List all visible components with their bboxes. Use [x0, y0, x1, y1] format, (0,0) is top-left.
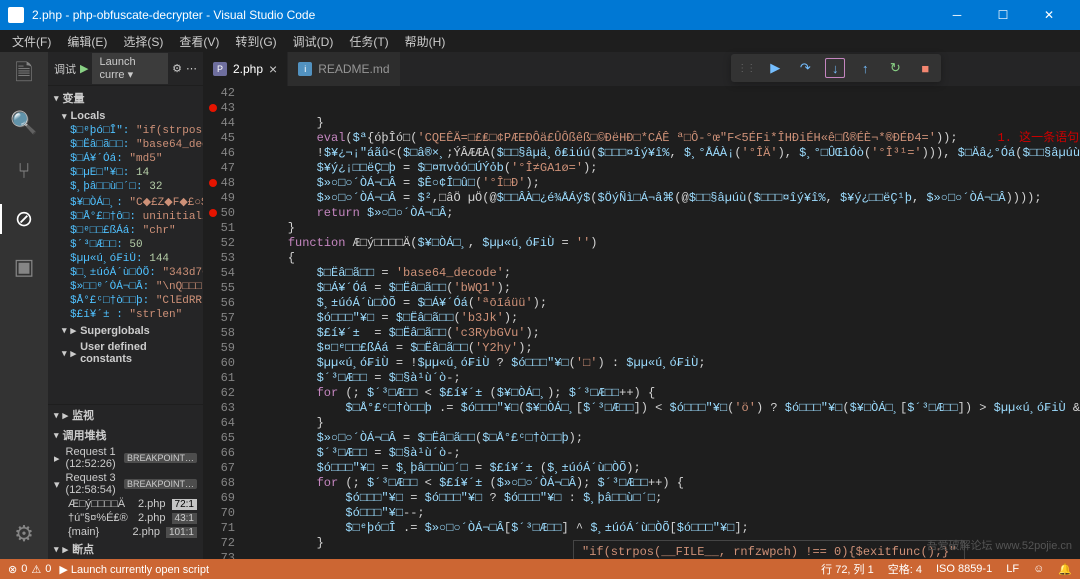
errors-icon: ⊗ [8, 563, 17, 576]
editor: P 2.php × i README.md ⋮⋮ ▶ ↷ ↓ ↑ ↻ ■ ◫ ⋯ [203, 52, 1080, 559]
titlebar: 2.php - php-obfuscate-decrypter - Visual… [0, 0, 1080, 30]
debug-more-icon[interactable]: ⋯ [186, 62, 197, 75]
variable-row[interactable]: $□ᵉþó□Î": "if(strpos(__FIL… [48, 124, 203, 138]
variable-row[interactable]: $□Å°£□†ô□: uninitialized [48, 210, 203, 224]
callstack-section[interactable]: 调用堆栈 [48, 425, 203, 445]
step-into-button[interactable]: ↓ [825, 58, 845, 78]
variable-row[interactable]: $»□□ᵉ´ÒÁ¬□Â: "\nQ□□□J○\n□… [48, 280, 203, 294]
tab-2php[interactable]: P 2.php × [203, 52, 288, 86]
menu-edit[interactable]: 编辑(E) [59, 31, 115, 52]
debug-settings-gear-icon[interactable]: ⚙ [172, 62, 182, 75]
source-control-icon[interactable]: ⑂ [0, 156, 48, 186]
eol[interactable]: LF [1006, 563, 1019, 575]
variable-row[interactable]: $¸þâ□□ù□´□: 32 [48, 180, 203, 194]
settings-gear-icon[interactable]: ⚙ [0, 519, 48, 549]
explorer-icon[interactable]: 🗎 [0, 60, 48, 90]
main: 🗎 🔍 ⑂ ⊘ ▣ ⚙ 调试 ▶ Launch curre ▾ ⚙ ⋯ 变量 L… [0, 52, 1080, 559]
menu-go[interactable]: 转到(G) [227, 31, 284, 52]
cursor-position[interactable]: 行 72, 列 1 [821, 561, 874, 577]
variables-section[interactable]: 变量 [48, 88, 203, 108]
menu-file[interactable]: 文件(F) [4, 31, 59, 52]
variable-row[interactable]: $□¸±úóÁ´ù□ÒÕ: "343d76915aff… [48, 266, 203, 280]
debug-config-select[interactable]: Launch curre ▾ [92, 53, 168, 84]
breakpoints-section[interactable]: ▸ 断点 [48, 539, 203, 559]
indentation[interactable]: 空格: 4 [888, 561, 922, 577]
extensions-icon[interactable]: ▣ [0, 252, 48, 282]
variable-row[interactable]: $´³□Æ□□: 50 [48, 238, 203, 252]
step-out-button[interactable]: ↑ [855, 58, 875, 78]
debug-header: 调试 ▶ Launch curre ▾ ⚙ ⋯ [48, 52, 203, 86]
menu-debug[interactable]: 调试(D) [285, 31, 342, 52]
gutter[interactable]: 4243444546474849505152535455565758596061… [203, 86, 251, 559]
vscode-icon [8, 7, 24, 23]
statusbar: ⊗0 ⚠0 ▶ Launch currently open script 行 7… [0, 559, 1080, 579]
debug-hover-tooltip: "if(strpos(__FILE__, rnfzwpch) !== 0){$e… [573, 540, 965, 559]
step-over-button[interactable]: ↷ [795, 58, 815, 78]
notifications-icon[interactable]: 🔔 [1058, 563, 1072, 576]
variable-row[interactable]: $□Ëâ□ã□□: "base64_decode" [48, 138, 203, 152]
user-defined-section[interactable]: ▸ User defined constants [48, 339, 203, 367]
restart-button[interactable]: ↻ [885, 58, 905, 78]
stack-frame[interactable]: †ú"§¤%É₤®2.php43:1 [48, 511, 203, 525]
continue-button[interactable]: ▶ [765, 58, 785, 78]
stack-frame[interactable]: Æ□ý□□□□Ä2.php72:1 [48, 497, 203, 511]
variable-row[interactable]: $□ᵉ□□£ßÁá: "chr" [48, 224, 203, 238]
variable-row[interactable]: $µµ«ú¸ó₣iÙ: 144 [48, 252, 203, 266]
tab-readme[interactable]: i README.md [288, 52, 400, 86]
request-row[interactable]: ▾Request 3 (12:58:54)BREAKPOINT… [48, 471, 203, 497]
search-icon[interactable]: 🔍 [0, 108, 48, 138]
watermark: 吾爱破解论坛 www.52pojie.cn [927, 537, 1073, 553]
menubar: 文件(F) 编辑(E) 选择(S) 查看(V) 转到(G) 调试(D) 任务(T… [0, 30, 1080, 52]
menu-view[interactable]: 查看(V) [171, 31, 227, 52]
minimize-button[interactable]: ─ [934, 0, 980, 30]
debug-launch-button[interactable]: ▶ Launch currently open script [59, 563, 209, 576]
window-title: 2.php - php-obfuscate-decrypter - Visual… [32, 8, 934, 22]
menu-tasks[interactable]: 任务(T) [341, 31, 396, 52]
stack-frame[interactable]: {main}2.php101:1 [48, 525, 203, 539]
stop-button[interactable]: ■ [915, 58, 935, 78]
activitybar: 🗎 🔍 ⑂ ⊘ ▣ ⚙ [0, 52, 48, 559]
variable-row[interactable]: $¥□ÒÁ□¸: "C◆£Z◆F◆£○$£D◆◇□… [48, 194, 203, 210]
watch-section[interactable]: ▸ 监视 [48, 405, 203, 425]
warnings-icon: ⚠ [31, 563, 41, 576]
variable-row[interactable]: $□Á¥´Óá: "md5" [48, 152, 203, 166]
debug-sidebar: 调试 ▶ Launch curre ▾ ⚙ ⋯ 变量 Locals $□ᵉþó□… [48, 52, 203, 559]
debug-toolbar[interactable]: ⋮⋮ ▶ ↷ ↓ ↑ ↻ ■ [731, 54, 941, 82]
md-file-icon: i [298, 62, 312, 76]
debug-icon[interactable]: ⊘ [0, 204, 48, 234]
tabbar: P 2.php × i README.md ⋮⋮ ▶ ↷ ↓ ↑ ↻ ■ ◫ ⋯ [203, 52, 1080, 86]
close-tab-icon[interactable]: × [269, 61, 277, 77]
variable-row[interactable]: $Å°£ᶜ□†ò□□þ: "ClEdRRFKEQoRE… [48, 294, 203, 308]
variable-row[interactable]: $£í¥´± : "strlen" [48, 308, 203, 322]
php-file-icon: P [213, 62, 227, 76]
request-row[interactable]: ▸Request 1 (12:52:26)BREAKPOINT… [48, 445, 203, 471]
start-debug-button[interactable]: ▶ [80, 62, 88, 75]
variable-row[interactable]: $□µE□"¥□: 14 [48, 166, 203, 180]
code-area[interactable]: 4243444546474849505152535455565758596061… [203, 86, 1080, 559]
maximize-button[interactable]: ☐ [980, 0, 1026, 30]
encoding[interactable]: ISO 8859-1 [936, 563, 992, 575]
code-text[interactable]: } eval($ª{óþÎó□('CQEÊÄ=□£₤□¢PÆEÐÔä£ÛÔßêß… [251, 86, 1080, 559]
close-button[interactable]: ✕ [1026, 0, 1072, 30]
superglobals-section[interactable]: ▸ Superglobals [48, 322, 203, 339]
locals-section[interactable]: Locals [48, 108, 203, 124]
feedback-icon[interactable]: ☺ [1033, 563, 1044, 575]
menu-help[interactable]: 帮助(H) [397, 31, 454, 52]
drag-grip-icon[interactable]: ⋮⋮ [737, 63, 755, 74]
menu-selection[interactable]: 选择(S) [115, 31, 171, 52]
